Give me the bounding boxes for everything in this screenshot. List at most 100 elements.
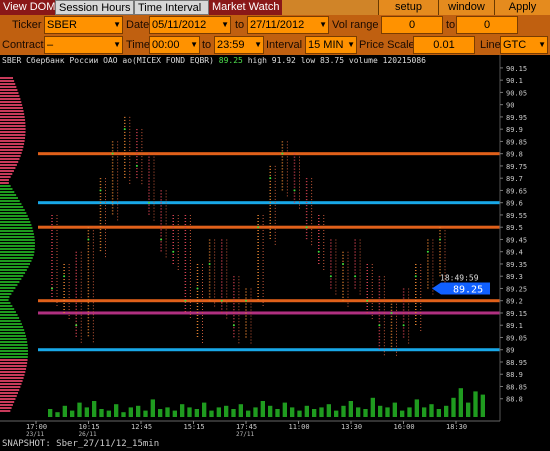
volume-bar (444, 405, 449, 417)
profile-bar (0, 197, 18, 199)
window-button[interactable]: window (438, 0, 494, 15)
volume-bar (451, 397, 456, 417)
chevron-down-icon: ▼ (113, 20, 121, 29)
ticker-select[interactable]: SBER ▼ (44, 16, 123, 34)
profile-bar (0, 194, 17, 196)
profile-bar (0, 92, 19, 94)
profile-bar (0, 305, 13, 307)
profile-bar (0, 95, 20, 97)
close-dot (329, 275, 332, 278)
y-tick-label: 90.1 (506, 77, 523, 85)
profile-bar (0, 377, 24, 379)
profile-bar (0, 215, 28, 217)
interval-select[interactable]: 15 MIN ▼ (305, 36, 357, 54)
volume-bar (363, 409, 368, 417)
volume-bar (231, 409, 236, 417)
tab-market-watch[interactable]: Market Watch (209, 0, 282, 15)
profile-bar (0, 353, 28, 355)
current-price: 89.25 (453, 284, 483, 295)
volume-bar (414, 399, 419, 417)
chart-info-header: SBER Сбербанк России ОАО ао(MICEX FOND E… (0, 55, 426, 67)
profile-bar (0, 161, 19, 163)
price-chart[interactable]: 89.889.689.589.289.1589 90.1590.190.0590… (0, 55, 550, 437)
date-to-field[interactable]: 27/11/2012 ▼ (247, 16, 329, 34)
profile-bar (0, 83, 16, 85)
price-axis-bg (500, 55, 550, 437)
profile-bar (0, 299, 9, 301)
profile-bar (0, 209, 25, 211)
profile-bar (0, 263, 31, 265)
profile-bar (0, 326, 24, 328)
volume-bar (150, 399, 155, 417)
profile-bar (0, 221, 31, 223)
tab-session-hours[interactable]: Session Hours (55, 0, 134, 15)
contract-select[interactable]: – ▼ (44, 36, 123, 54)
x-tick-label: 16:00 (394, 423, 415, 431)
volume-bar (216, 407, 221, 417)
profile-bar (0, 116, 25, 118)
y-tick-label: 89.7 (506, 175, 523, 183)
volume-bar (422, 407, 427, 417)
profile-bar (0, 167, 16, 169)
profile-bar (0, 410, 11, 412)
close-dot (99, 189, 102, 192)
close-dot (305, 226, 308, 229)
x-tick-label: 18:30 (446, 423, 467, 431)
price-scale-field[interactable]: 0.01 (413, 36, 475, 54)
profile-bar (0, 125, 26, 127)
y-tick-label: 89.95 (506, 114, 527, 122)
close-dot (87, 238, 90, 241)
profile-bar (0, 380, 23, 382)
close-dot (196, 287, 199, 290)
profile-bar (0, 347, 28, 349)
time-to-field[interactable]: 23:59 ▼ (214, 36, 264, 54)
vol-to-label: to (446, 19, 456, 31)
volume-bar (290, 407, 295, 417)
volume-bar (92, 401, 97, 417)
profile-bar (0, 110, 24, 112)
profile-bar (0, 239, 35, 241)
close-dot (135, 164, 138, 167)
volume-bar (480, 394, 485, 417)
y-tick-label: 88.95 (506, 359, 527, 367)
x-tick-label: 11:00 (289, 423, 310, 431)
close-dot (123, 128, 126, 131)
date-from-field[interactable]: 05/11/2012 ▼ (149, 16, 231, 34)
profile-bar (0, 323, 22, 325)
y-tick-label: 89.9 (506, 126, 523, 134)
profile-bar (0, 152, 22, 154)
vol-to-field[interactable]: 0 (456, 16, 518, 34)
profile-bar (0, 275, 24, 277)
last-price: 89.25 (218, 56, 243, 65)
vol-from-field[interactable]: 0 (381, 16, 443, 34)
symbol-text: SBER (2, 56, 22, 65)
profile-bar (0, 101, 22, 103)
volume-bar (84, 407, 89, 417)
profile-bar (0, 389, 20, 391)
apply-button[interactable]: Apply (494, 0, 550, 15)
price-level-line (38, 201, 500, 205)
date-to-value: 27/11/2012 (250, 19, 305, 31)
tab-view-dom[interactable]: View DOM (0, 0, 55, 15)
close-dot (426, 250, 429, 253)
line-select[interactable]: GTC ▼ (500, 36, 548, 54)
time-from-field[interactable]: 00:00 ▼ (149, 36, 200, 54)
low-value: 83.75 (319, 56, 345, 65)
chevron-down-icon: ▼ (221, 20, 229, 29)
price-level-line (38, 152, 500, 156)
profile-bar (0, 344, 28, 346)
profile-bar (0, 230, 34, 232)
close-dot (63, 275, 66, 278)
volume-bar (55, 412, 60, 417)
tab-time-interval[interactable]: Time Interval (134, 0, 209, 15)
y-tick-label: 88.9 (506, 371, 523, 379)
volume-bar (180, 404, 185, 417)
tab-bar: View DOM Session Hours Time Interval Mar… (0, 0, 550, 15)
profile-bar (0, 287, 16, 289)
profile-bar (0, 224, 32, 226)
setup-button[interactable]: setup (378, 0, 438, 15)
price-level-line (38, 311, 500, 315)
profile-bar (0, 407, 12, 409)
y-tick-label: 89.65 (506, 187, 527, 195)
time-to-value: 23:59 (217, 39, 245, 51)
